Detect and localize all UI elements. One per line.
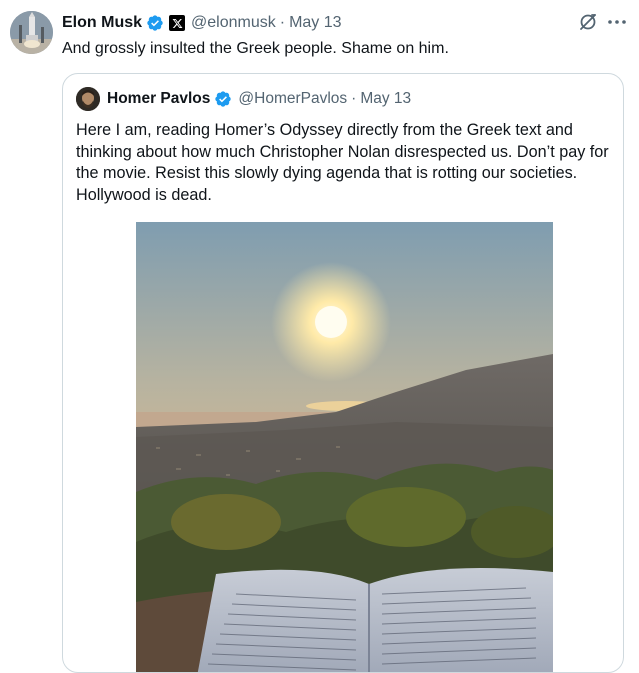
tweet-text: And grossly insulted the Greek people. S… — [62, 40, 449, 57]
tweet-date[interactable]: May 13 — [289, 14, 341, 32]
quoted-tweet-date[interactable]: May 13 — [360, 90, 411, 108]
tweet-header: Elon Musk @elonmusk · May 13 — [62, 12, 342, 34]
author-handle[interactable]: @elonmusk — [191, 14, 276, 32]
author-avatar[interactable] — [10, 11, 53, 54]
more-options-icon[interactable] — [606, 12, 628, 32]
rocket-avatar-image — [10, 11, 53, 54]
grok-icon[interactable] — [578, 12, 598, 32]
quoted-tweet-text: Here I am, reading Homer’s Odyssey direc… — [76, 121, 609, 204]
header-separator: · — [279, 14, 286, 31]
tweet[interactable]: Elon Musk @elonmusk · May 13 And grossly… — [0, 0, 639, 673]
quoted-tweet-photo[interactable] — [136, 222, 553, 672]
quoted-author-name[interactable]: Homer Pavlos — [107, 90, 210, 108]
sunset-book-image — [136, 222, 553, 672]
x-logo-icon[interactable] — [169, 15, 186, 31]
quoted-tweet[interactable]: Homer Pavlos @HomerPavlos · May 13 Here … — [62, 73, 624, 673]
quoted-author-avatar[interactable] — [76, 87, 100, 111]
author-name[interactable]: Elon Musk — [62, 14, 142, 32]
verified-badge-icon — [214, 90, 232, 108]
portrait-avatar-image — [76, 87, 100, 111]
quoted-tweet-header: Homer Pavlos @HomerPavlos · May 13 — [107, 88, 411, 110]
quoted-author-handle[interactable]: @HomerPavlos — [238, 90, 347, 108]
verified-badge-icon — [146, 14, 164, 32]
quoted-header-separator: · — [351, 90, 357, 107]
